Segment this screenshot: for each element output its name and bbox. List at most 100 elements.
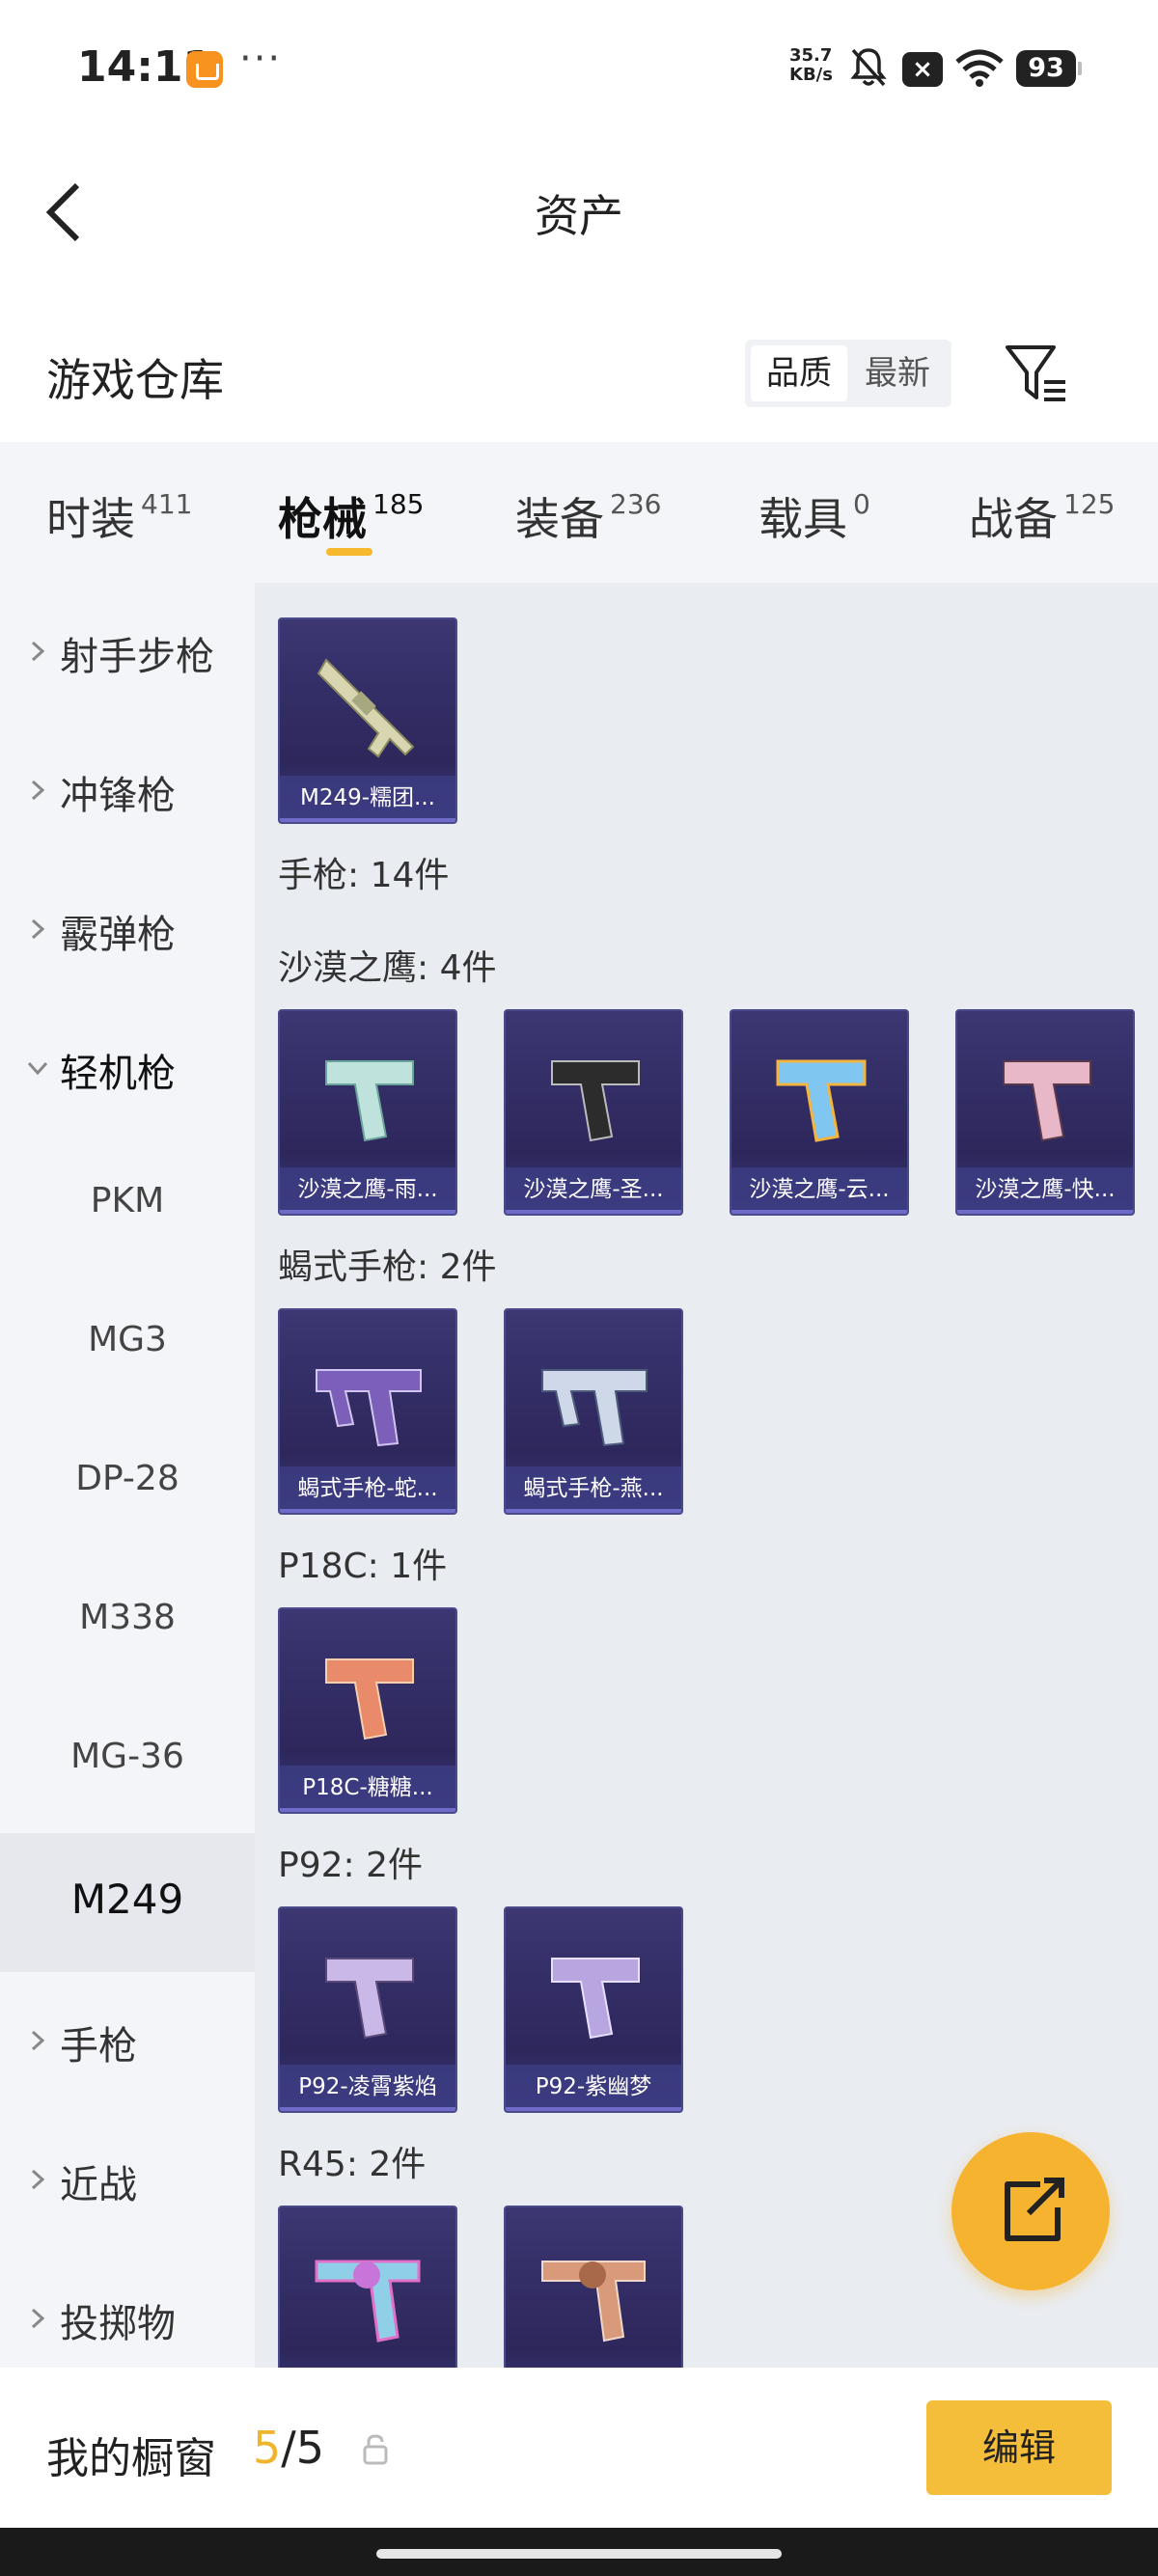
pistol-icon bbox=[325, 1060, 414, 1142]
sidebar-item-throwable[interactable]: 投掷物 bbox=[0, 2250, 255, 2368]
sidebar-item-label: 冲锋枪 bbox=[60, 774, 176, 818]
tab-label: 战备 bbox=[969, 493, 1058, 545]
pistol-icon bbox=[776, 1059, 867, 1142]
showcase-count-current: 5 bbox=[253, 2422, 282, 2474]
tab-label: 装备 bbox=[515, 493, 604, 545]
sidebar-item-label: PKM bbox=[90, 1181, 165, 1220]
sidebar-subitem-pkm[interactable]: PKM bbox=[0, 1138, 255, 1277]
shopping-bag-icon bbox=[186, 51, 223, 88]
status-bar: 14:11 ··· 35.7 KB/s × 93 bbox=[0, 0, 1158, 135]
item-card-desert-eagle-3[interactable]: 沙漠之鹰-云... bbox=[730, 1009, 909, 1216]
tab-equipment[interactable]: 装备 236 bbox=[515, 484, 661, 552]
sidebar-item-marksman-rifle[interactable]: 射手步枪 bbox=[0, 583, 255, 722]
chevron-right-icon bbox=[31, 641, 45, 662]
sidebar-item-label: 投掷物 bbox=[60, 2302, 176, 2346]
item-card-name: 沙漠之鹰-圣... bbox=[506, 1167, 681, 1214]
sort-by-quality[interactable]: 品质 bbox=[751, 345, 847, 401]
pistol-icon bbox=[551, 1060, 640, 1142]
notification-x-icon: × bbox=[902, 52, 943, 87]
sidebar-item-label: M338 bbox=[79, 1598, 176, 1637]
sidebar-item-pistol[interactable]: 手枪 bbox=[0, 1972, 255, 2111]
sort-toggle: 品质 最新 bbox=[745, 340, 951, 407]
tab-vehicles[interactable]: 载具 0 bbox=[758, 484, 870, 552]
item-card-scorpion-2[interactable]: 蝎式手枪-燕... bbox=[504, 1308, 683, 1515]
showcase-count-total: 5 bbox=[295, 2422, 325, 2474]
sidebar-item-shotgun[interactable]: 霰弹枪 bbox=[0, 861, 255, 1000]
filter-icon[interactable] bbox=[1004, 342, 1069, 405]
group-header-r45: R45: 2件 bbox=[278, 2145, 427, 2184]
item-card-r45-2[interactable] bbox=[504, 2206, 683, 2368]
tab-label: 时装 bbox=[46, 493, 135, 545]
tab-count: 411 bbox=[141, 488, 193, 520]
item-card-name: 蝎式手枪-燕... bbox=[506, 1466, 681, 1513]
item-card-name: 沙漠之鹰-云... bbox=[731, 1167, 907, 1214]
item-card-r45-1[interactable] bbox=[278, 2206, 457, 2368]
item-card-name: P92-紫幽梦 bbox=[506, 2065, 681, 2111]
network-speed: 35.7 KB/s bbox=[789, 46, 833, 85]
item-card-name: P92-凌霄紫焰 bbox=[280, 2065, 455, 2111]
pistol-icon bbox=[325, 1958, 414, 2040]
showcase-count-separator: / bbox=[281, 2422, 296, 2474]
mute-bell-icon bbox=[850, 48, 887, 87]
sidebar-item-melee[interactable]: 近战 bbox=[0, 2111, 255, 2250]
revolver-icon bbox=[315, 2260, 421, 2343]
sidebar-subitem-mg3[interactable]: MG3 bbox=[0, 1277, 255, 1416]
sidebar-item-label: M249 bbox=[70, 1876, 184, 1923]
sort-by-newest[interactable]: 最新 bbox=[849, 345, 946, 401]
tab-label: 载具 bbox=[758, 493, 847, 545]
revolver-icon bbox=[541, 2261, 646, 2343]
sidebar-item-label: 射手步枪 bbox=[60, 635, 214, 679]
item-card-m249[interactable]: M249-糯团... bbox=[278, 617, 457, 824]
item-card-desert-eagle-2[interactable]: 沙漠之鹰-圣... bbox=[504, 1009, 683, 1216]
tab-count: 236 bbox=[610, 488, 662, 520]
item-card-name: 蝎式手枪-蛇... bbox=[280, 1466, 455, 1513]
sidebar-item-label: MG-36 bbox=[70, 1737, 184, 1776]
showcase-bar: 我的橱窗 5/5 编辑 bbox=[0, 2368, 1158, 2528]
machine-pistol-icon bbox=[541, 1369, 648, 1447]
home-indicator[interactable] bbox=[376, 2549, 782, 2559]
chevron-down-icon bbox=[27, 1061, 48, 1076]
network-speed-unit: KB/s bbox=[789, 65, 833, 85]
sidebar-item-smg[interactable]: 冲锋枪 bbox=[0, 722, 255, 861]
item-card-scorpion-1[interactable]: 蝎式手枪-蛇... bbox=[278, 1308, 457, 1515]
item-card-p92-2[interactable]: P92-紫幽梦 bbox=[504, 1906, 683, 2113]
showcase-label: 我的橱窗 bbox=[46, 2434, 216, 2483]
sidebar-subitem-dp28[interactable]: DP-28 bbox=[0, 1416, 255, 1555]
share-button[interactable] bbox=[951, 2132, 1110, 2290]
active-tab-indicator bbox=[326, 548, 372, 556]
item-card-p92-1[interactable]: P92-凌霄紫焰 bbox=[278, 1906, 457, 2113]
item-card-desert-eagle-4[interactable]: 沙漠之鹰-快... bbox=[955, 1009, 1135, 1216]
pistol-icon bbox=[551, 1958, 640, 2040]
tab-count: 0 bbox=[853, 488, 870, 520]
group-header-p92: P92: 2件 bbox=[278, 1846, 423, 1885]
tab-firearms[interactable]: 枪械 185 bbox=[278, 484, 424, 552]
group-header-desert-eagle: 沙漠之鹰: 4件 bbox=[278, 948, 497, 988]
tab-battle-prep[interactable]: 战备 125 bbox=[969, 484, 1115, 552]
item-card-name: 沙漠之鹰-雨... bbox=[280, 1167, 455, 1214]
more-notifications-icon: ··· bbox=[239, 37, 283, 81]
battery-indicator: 93 bbox=[1016, 50, 1082, 87]
tab-fashion[interactable]: 时装 411 bbox=[46, 484, 192, 552]
sidebar-subitem-m249[interactable]: M249 bbox=[0, 1833, 255, 1972]
sidebar-subitem-m338[interactable]: M338 bbox=[0, 1555, 255, 1694]
warehouse-title: 游戏仓库 bbox=[46, 354, 224, 406]
network-speed-value: 35.7 bbox=[789, 45, 833, 66]
external-link-icon bbox=[1005, 2178, 1064, 2241]
edit-button[interactable]: 编辑 bbox=[926, 2400, 1112, 2495]
item-card-desert-eagle-1[interactable]: 沙漠之鹰-雨... bbox=[278, 1009, 457, 1216]
chevron-right-icon bbox=[31, 2030, 45, 2051]
sidebar-item-label: 近战 bbox=[60, 2163, 137, 2207]
sidebar-item-label: 霰弹枪 bbox=[60, 913, 176, 957]
weapon-category-sidebar: 射手步枪 冲锋枪 霰弹枪 轻机枪 PKM MG3 DP-28 M338 MG-3… bbox=[0, 583, 255, 2368]
chevron-right-icon bbox=[31, 918, 45, 940]
machine-pistol-icon bbox=[316, 1369, 422, 1447]
sidebar-item-label: 手枪 bbox=[60, 2024, 137, 2069]
sidebar-subitem-mg36[interactable]: MG-36 bbox=[0, 1694, 255, 1833]
sidebar-item-lmg[interactable]: 轻机枪 bbox=[0, 1000, 255, 1138]
group-header-p18c: P18C: 1件 bbox=[278, 1547, 448, 1586]
item-grid: M249-糯团... 手枪: 14件 沙漠之鹰: 4件 沙漠之鹰-雨... 沙漠… bbox=[255, 583, 1158, 2368]
item-card-p18c[interactable]: P18C-糖糖... bbox=[278, 1607, 457, 1814]
group-header-pistol: 手枪: 14件 bbox=[278, 856, 450, 895]
lmg-icon bbox=[317, 658, 415, 758]
lock-icon bbox=[363, 2434, 388, 2465]
